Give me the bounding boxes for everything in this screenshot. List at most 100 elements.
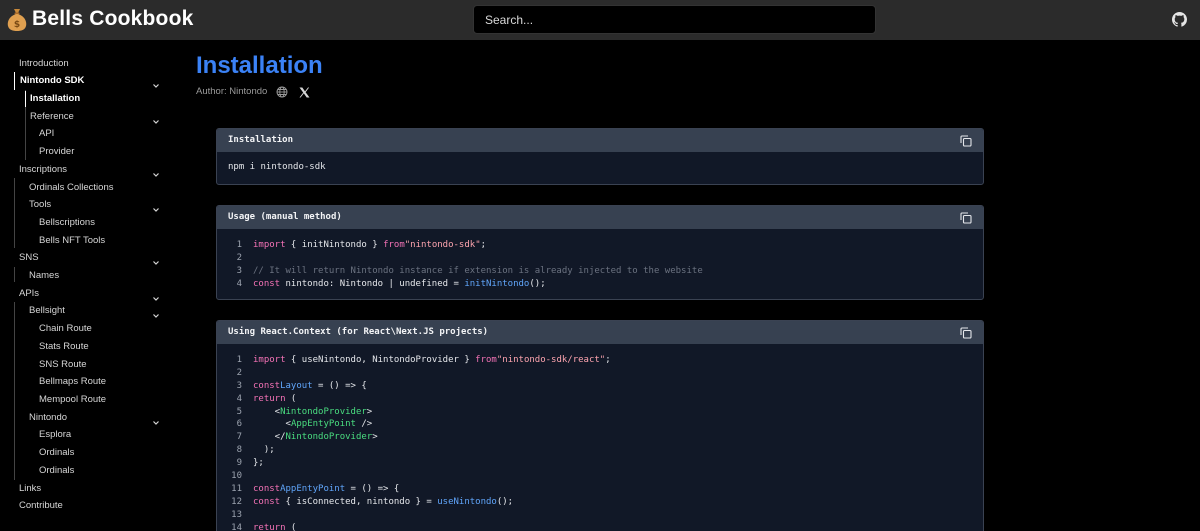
code-line: 6 < AppEntyPoint />	[228, 418, 972, 431]
line-number: 12	[231, 496, 242, 507]
chevron-down-icon[interactable]	[152, 77, 160, 88]
sidebar-item-links[interactable]: Links	[19, 481, 41, 497]
sidebar-item-sns[interactable]: SNS	[19, 250, 39, 266]
sidebar-item-tools[interactable]: Tools	[29, 197, 51, 213]
globe-icon[interactable]	[276, 85, 288, 98]
sidebar-item-chain-route[interactable]: Chain Route	[39, 321, 92, 337]
site-title: Bells Cookbook	[32, 7, 194, 30]
sidebar-item-bellscriptions[interactable]: Bellscriptions	[39, 215, 95, 231]
sidebar-item-stats-route[interactable]: Stats Route	[39, 339, 89, 355]
sidebar-item-sns-route[interactable]: SNS Route	[39, 357, 87, 373]
code-block-usage: Usage (manual method) 1 import { initNint…	[216, 205, 984, 300]
copy-icon[interactable]	[960, 134, 972, 147]
copy-icon[interactable]	[960, 326, 972, 339]
code-line: 7 </NintondoProvider >	[228, 431, 972, 444]
sidebar-item-names[interactable]: Names	[29, 268, 59, 284]
code-block-installation: Installation npm i nintondo-sdk	[216, 128, 984, 185]
sidebar-item-ordinals[interactable]: Ordinals	[39, 463, 74, 479]
chevron-down-icon[interactable]	[152, 307, 160, 318]
code-line: 8 );	[228, 444, 972, 457]
line-number: 10	[231, 471, 242, 482]
code-line: 4 return (	[228, 393, 972, 406]
sidebar-item-bellmaps-route[interactable]: Bellmaps Route	[39, 374, 106, 390]
code-line: 2	[228, 367, 972, 380]
line-number: 9	[236, 458, 242, 469]
sidebar-item-reference[interactable]: Reference	[30, 109, 74, 125]
sidebar-item-ordinals-collections[interactable]: Ordinals Collections	[29, 180, 113, 196]
chevron-down-icon[interactable]	[152, 113, 160, 124]
sidebar-item-ordinals[interactable]: Ordinals	[39, 445, 74, 461]
sidebar-item-contribute[interactable]: Contribute	[19, 498, 63, 514]
line-number: 3	[236, 265, 242, 276]
sidebar-item-bellsight[interactable]: Bellsight	[29, 303, 65, 319]
code-block-title: Using React.Context (for React\Next.JS p…	[228, 327, 489, 337]
line-number: 11	[231, 483, 242, 494]
line-number: 5	[236, 406, 242, 417]
svg-text:$: $	[14, 20, 20, 30]
line-number: 6	[236, 419, 242, 430]
sidebar-item-installation[interactable]: Installation	[30, 91, 80, 107]
search-input[interactable]	[474, 6, 875, 33]
code-line: 10	[228, 470, 972, 483]
chevron-down-icon[interactable]	[152, 290, 160, 301]
author-line: Author: Nintondo	[196, 86, 268, 97]
code-block-body: 1 import { initNintondo } from "nintondo-…	[217, 229, 983, 299]
tree-line	[14, 302, 15, 480]
sidebar-item-provider[interactable]: Provider	[39, 144, 74, 160]
line-number: 2	[236, 367, 242, 378]
money-bag-icon: $	[6, 6, 28, 32]
chevron-down-icon[interactable]	[152, 166, 160, 177]
code-line: 11 const AppEntyPoint = () => {	[228, 483, 972, 496]
tree-line	[14, 178, 15, 248]
chevron-down-icon[interactable]	[152, 201, 160, 212]
top-header: $ Bells Cookbook	[0, 0, 1200, 40]
code-line: npm i nintondo-sdk	[228, 162, 326, 172]
code-block-react-context: Using React.Context (for React\Next.JS p…	[216, 320, 984, 531]
chevron-down-icon[interactable]	[152, 414, 160, 425]
site-logo[interactable]: $ Bells Cookbook	[6, 6, 194, 32]
tree-line	[14, 267, 15, 282]
page-title: Installation	[196, 52, 323, 79]
sidebar-item-inscriptions[interactable]: Inscriptions	[19, 162, 67, 178]
code-line: 1 import { initNintondo } from "nintondo-…	[228, 239, 972, 252]
code-line: 12 const { isConnected, nintondo } = use…	[228, 496, 972, 509]
x-twitter-icon[interactable]	[299, 85, 310, 98]
code-line: 4 const nintondo: Nintondo | undefined = …	[228, 278, 972, 291]
sidebar-item-bells-nft-tools[interactable]: Bells NFT Tools	[39, 233, 105, 249]
chevron-down-icon[interactable]	[152, 254, 160, 265]
line-number: 8	[236, 445, 242, 456]
code-line: 2	[228, 252, 972, 265]
line-number: 4	[236, 278, 242, 289]
sidebar-item-api[interactable]: API	[39, 126, 54, 142]
line-number: 7	[236, 432, 242, 443]
line-number: 1	[236, 355, 242, 365]
line-number: 13	[231, 509, 242, 520]
code-line: 3 const Layout = () => {	[228, 380, 972, 393]
code-block-title: Usage (manual method)	[228, 212, 342, 222]
code-block-body: 1 import { useNintondo, NintondoProvider …	[217, 344, 983, 531]
line-number: 2	[236, 252, 242, 263]
search-box	[473, 5, 876, 34]
sidebar-item-esplora[interactable]: Esplora	[39, 427, 71, 443]
code-block-body: npm i nintondo-sdk	[217, 152, 983, 184]
code-line: 5 < NintondoProvider >	[228, 406, 972, 419]
code-block-header: Usage (manual method)	[217, 206, 983, 229]
sidebar-item-nintondo[interactable]: Nintondo	[29, 410, 67, 426]
active-page-indicator	[25, 91, 26, 107]
code-block-header: Installation	[217, 129, 983, 152]
sidebar-item-nintondo-sdk[interactable]: Nintondo SDK	[20, 73, 84, 89]
code-line: 13	[228, 509, 972, 522]
sidebar-item-mempool-route[interactable]: Mempool Route	[39, 392, 106, 408]
sidebar-nav: Introduction Nintondo SDK Installation R…	[0, 40, 180, 531]
line-number: 14	[231, 522, 242, 531]
code-line: 9};	[228, 457, 972, 470]
github-icon[interactable]	[1172, 12, 1187, 27]
sidebar-item-apis[interactable]: APIs	[19, 286, 39, 302]
code-line: 14 return (	[228, 522, 972, 531]
copy-icon[interactable]	[960, 211, 972, 224]
code-line: 1 import { useNintondo, NintondoProvider …	[228, 354, 972, 367]
code-line: 3// It will return Nintondo instance if …	[228, 265, 972, 278]
code-block-header: Using React.Context (for React\Next.JS p…	[217, 321, 983, 344]
code-block-title: Installation	[228, 135, 294, 145]
sidebar-item-introduction[interactable]: Introduction	[19, 56, 69, 72]
